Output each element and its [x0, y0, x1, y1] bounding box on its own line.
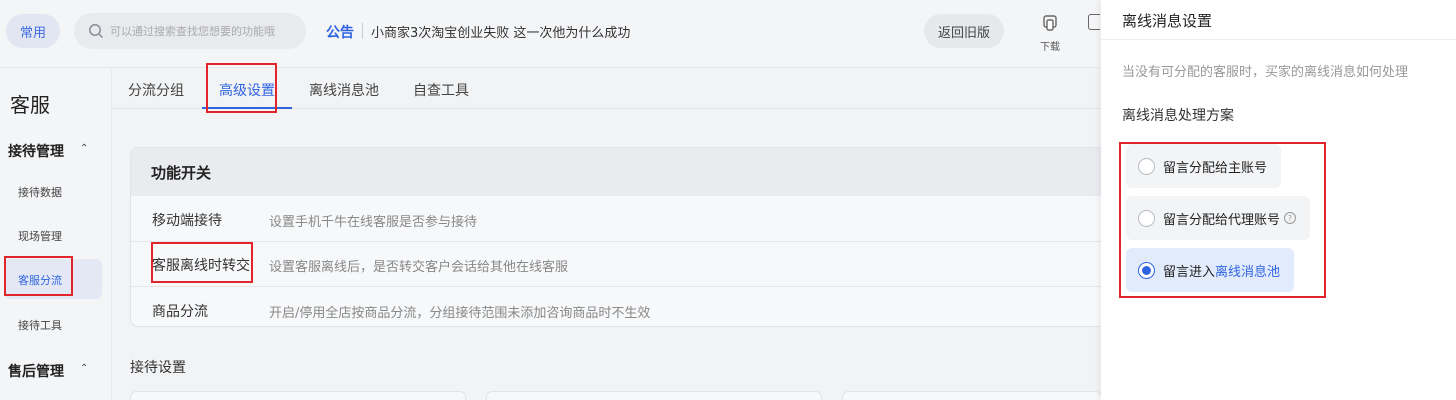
- settings-card[interactable]: [842, 391, 1102, 400]
- feature-description: 开启/停用全店按商品分流，分组接待范围未添加咨询商品时不生效: [269, 306, 651, 321]
- sidebar-group-reception[interactable]: 接待管理: [8, 141, 64, 161]
- drawer-subtitle: 离线消息处理方案: [1122, 108, 1234, 124]
- download-label: 下载: [1040, 42, 1060, 53]
- notice-divider: [362, 23, 363, 39]
- download-button[interactable]: 下载: [1034, 14, 1066, 54]
- feature-label: 商品分流: [152, 304, 208, 320]
- back-to-old-version-button[interactable]: 返回旧版: [924, 14, 1004, 48]
- tab-offline-message-pool[interactable]: 离线消息池: [309, 80, 379, 100]
- highlight-box: [1119, 142, 1326, 298]
- feature-description: 设置手机千牛在线客服是否参与接待: [269, 215, 478, 230]
- search-icon: [89, 24, 104, 39]
- notice-link[interactable]: 小商家3次淘宝创业失败 这一次他为什么成功: [371, 22, 630, 41]
- sidebar-item-site-management[interactable]: 现场管理: [18, 228, 62, 244]
- pinned-button[interactable]: 常用: [6, 14, 60, 48]
- partial-toolbar-icon[interactable]: [1088, 14, 1100, 30]
- drawer-description: 当没有可分配的客服时，买家的离线消息如何处理: [1122, 65, 1409, 80]
- feature-row[interactable]: 商品分流 开启/停用全店按商品分流，分组接待范围未添加咨询商品时不生效: [131, 287, 1119, 326]
- sidebar-title: 客服: [10, 93, 50, 117]
- tab-self-check-tools[interactable]: 自查工具: [413, 80, 469, 100]
- chevron-up-icon[interactable]: ⌃: [80, 143, 88, 154]
- search-box[interactable]: [74, 13, 306, 49]
- feature-row[interactable]: 客服离线时转交 设置客服离线后，是否转交客户会话给其他在线客服: [131, 241, 1119, 287]
- panel-title: 功能开关: [131, 148, 1119, 196]
- sidebar-item-reception-data[interactable]: 接待数据: [18, 184, 62, 200]
- chevron-up-icon[interactable]: ⌃: [80, 363, 88, 374]
- tab-routing-groups[interactable]: 分流分组: [128, 80, 184, 100]
- divider: [1101, 39, 1456, 40]
- feature-switch-panel: 功能开关 移动端接待 设置手机千牛在线客服是否参与接待 客服离线时转交 设置客服…: [130, 147, 1120, 327]
- sidebar-item-reception-tools[interactable]: 接待工具: [18, 317, 62, 333]
- highlight-box: [151, 242, 253, 283]
- section-title: 接待设置: [130, 360, 186, 376]
- feature-description: 设置客服离线后，是否转交客户会话给其他在线客服: [269, 260, 569, 275]
- sidebar: 客服 接待管理 ⌃ 接待数据 现场管理 客服分流 接待工具 售后管理 ⌃: [0, 69, 112, 400]
- notice-label: 公告: [326, 25, 354, 41]
- sidebar-group-after-sales[interactable]: 售后管理: [8, 361, 64, 381]
- drawer-title: 离线消息设置: [1122, 12, 1213, 30]
- feature-row[interactable]: 移动端接待 设置手机千牛在线客服是否参与接待: [131, 196, 1119, 242]
- search-input[interactable]: [110, 24, 300, 38]
- settings-card[interactable]: [486, 391, 822, 400]
- highlight-box: [4, 256, 73, 296]
- feature-label: 移动端接待: [152, 213, 222, 229]
- highlight-box: [206, 63, 277, 113]
- download-icon: [1043, 15, 1057, 31]
- settings-card[interactable]: [130, 391, 466, 400]
